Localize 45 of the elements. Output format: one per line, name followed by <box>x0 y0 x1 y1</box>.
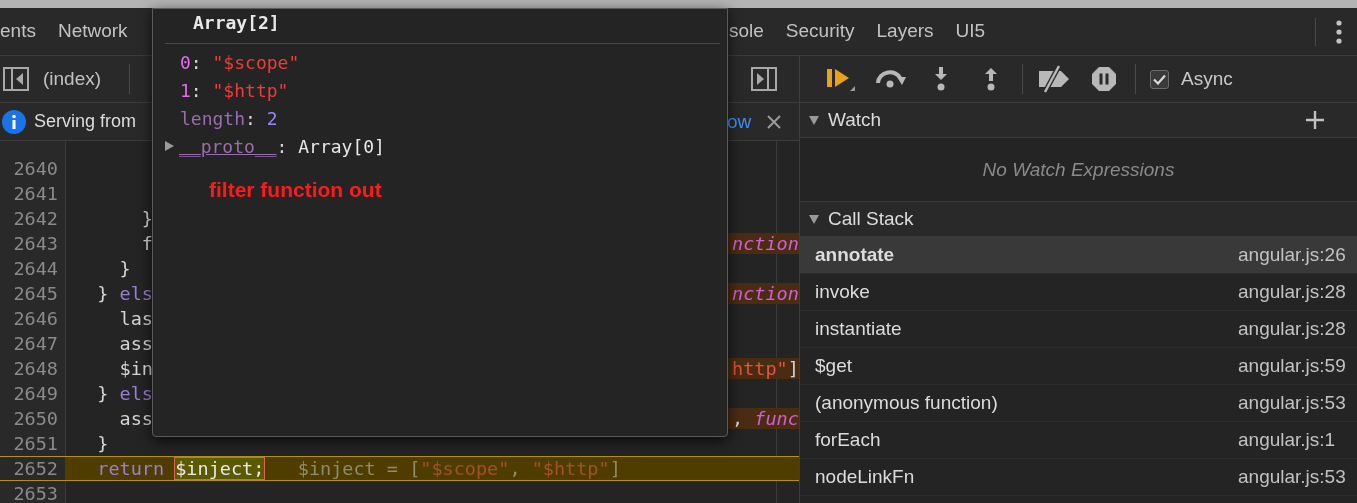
property-text: 1: "$http" <box>180 79 289 101</box>
code-text: return $inject; $inject = ["$scope", "$http"] <box>96 458 621 479</box>
code-text: } <box>118 258 131 279</box>
expand-triangle-icon[interactable] <box>808 114 820 126</box>
more-menu-icon[interactable] <box>1336 19 1342 44</box>
empty-message: No Watch Expressions <box>981 157 1176 182</box>
property-text: length: 2 <box>180 107 278 129</box>
code-text: } els <box>96 383 153 404</box>
expand-triangle-icon[interactable] <box>808 213 820 225</box>
info-message: Serving from <box>34 111 138 132</box>
code-text: } <box>140 208 153 229</box>
panel-tab[interactable]: sole <box>729 8 775 55</box>
popup-title: Array[2] <box>192 11 280 35</box>
info-icon <box>2 109 26 134</box>
code-text: nction <box>728 283 799 304</box>
panel-tab[interactable]: Layers <box>865 8 945 55</box>
code-text: ass <box>118 333 153 354</box>
code-text: , func <box>728 408 799 429</box>
property-text: 0: "$scope" <box>180 51 300 73</box>
code-text: } <box>96 433 109 454</box>
add-icon[interactable] <box>1306 111 1324 129</box>
panel-tab[interactable]: Network <box>46 8 139 55</box>
annotation-text: filter function out <box>209 178 382 202</box>
async-checkbox[interactable] <box>1150 69 1169 89</box>
code-text: las <box>118 308 153 329</box>
code-text: } els <box>96 283 153 304</box>
panel-tab[interactable]: Security <box>774 8 866 55</box>
section-title[interactable]: Watch <box>828 109 882 131</box>
code-text: ass <box>118 408 153 429</box>
sidebar-toggle-icon[interactable] <box>751 67 778 91</box>
expand-triangle-icon[interactable] <box>163 140 175 152</box>
property-text: __proto__: Array[0] <box>179 135 385 157</box>
code-text: nction <box>728 233 799 254</box>
async-label: Async <box>1181 68 1233 90</box>
line-number: 2652 <box>0 457 65 480</box>
panel-tab[interactable]: UI5 <box>944 8 997 55</box>
info-link[interactable]: ow <box>727 110 752 133</box>
code-text: $in <box>118 358 153 379</box>
code-text: http"] <box>728 358 799 379</box>
call-frame[interactable]: annotate angular.js:26 <box>800 237 1357 274</box>
section-title[interactable]: Call Stack <box>828 208 914 230</box>
file-tab[interactable]: (index) <box>43 68 102 90</box>
panel-tab[interactable]: ents <box>0 8 47 55</box>
sidebar-toggle-icon[interactable] <box>3 67 29 91</box>
code-text: f <box>140 233 153 254</box>
